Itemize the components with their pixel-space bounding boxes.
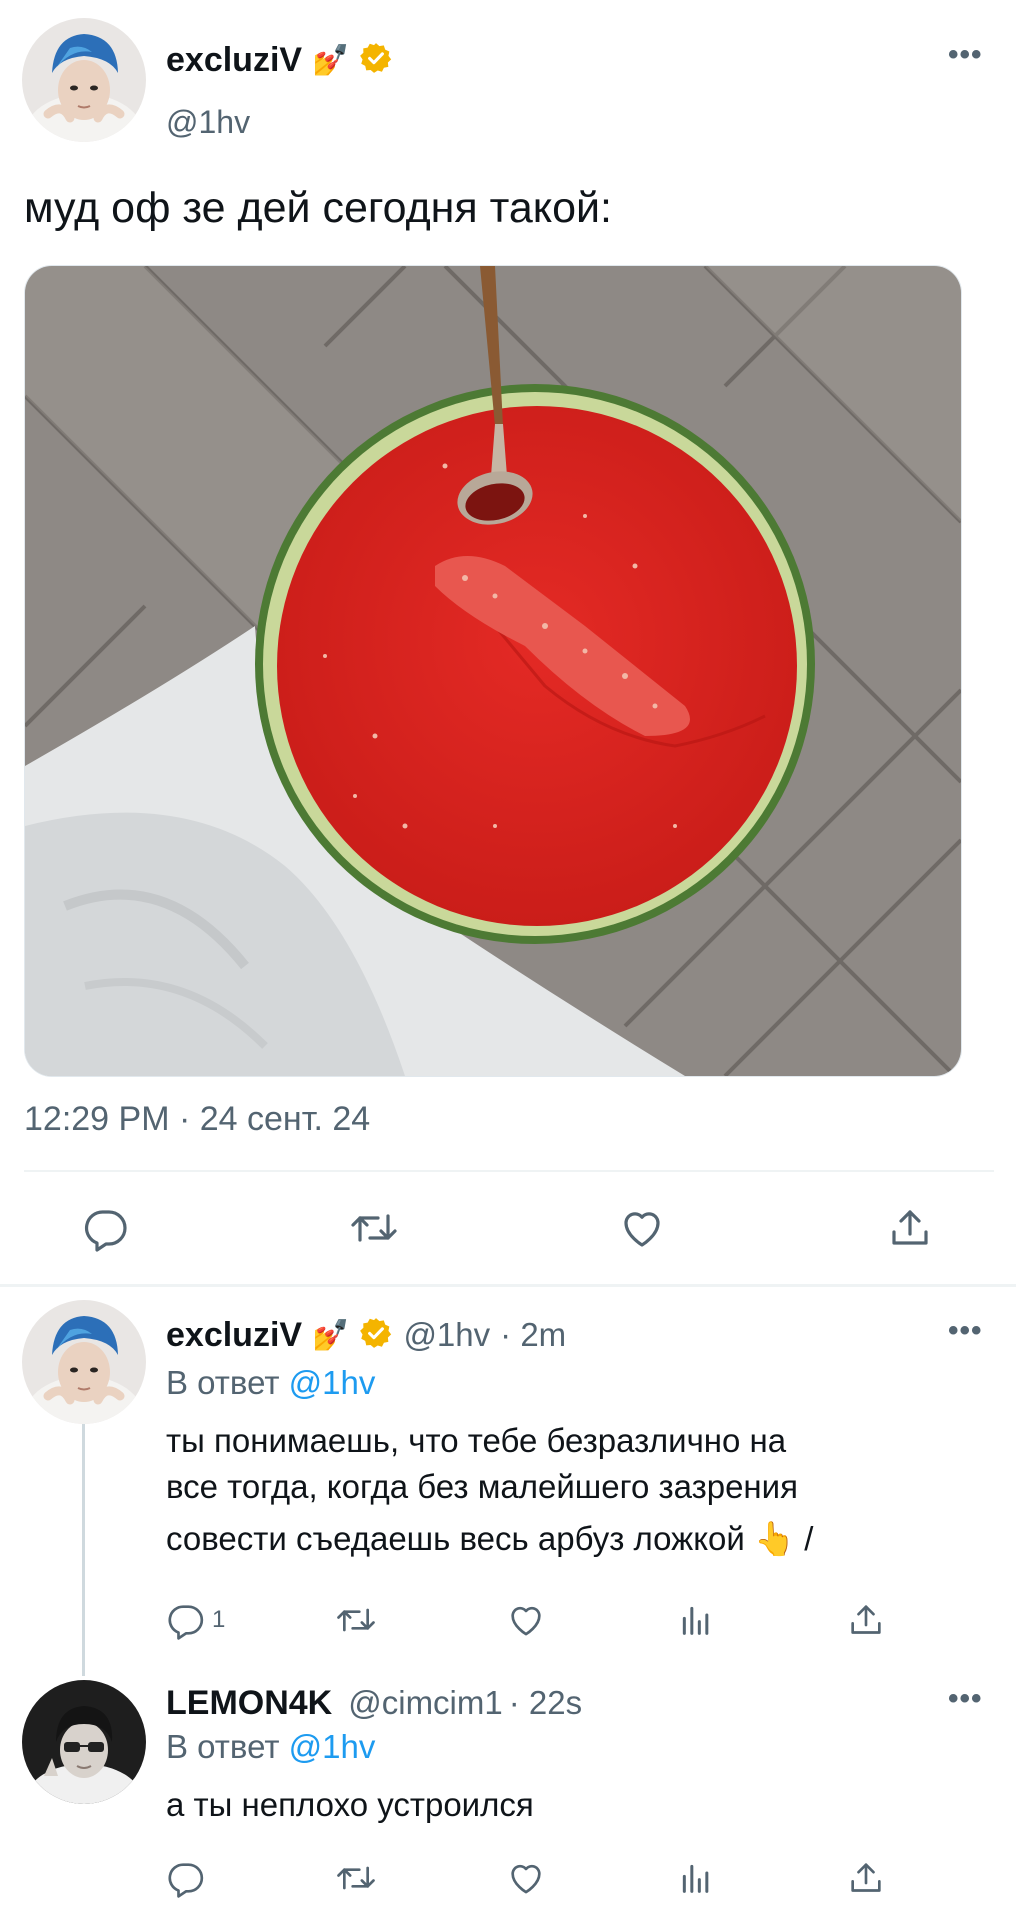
reply-icon[interactable] [166, 1858, 206, 1898]
reply-icon[interactable] [166, 1600, 206, 1640]
avatar[interactable] [22, 1300, 146, 1424]
tweet-photo[interactable] [24, 265, 962, 1077]
replying-to-label: В ответ [166, 1728, 280, 1765]
reply-button[interactable]: 1 [166, 1600, 225, 1640]
reply-icon[interactable] [82, 1204, 130, 1252]
reply-count: 1 [212, 1606, 226, 1633]
reply-text-line: все тогда, когда без малейшего зазрения [166, 1468, 798, 1505]
divider [24, 1170, 994, 1172]
like-icon[interactable] [506, 1600, 546, 1640]
reply-text-line: а ты неплохо устроился [166, 1786, 534, 1823]
avatar[interactable] [22, 18, 146, 142]
retweet-icon[interactable] [334, 1858, 378, 1898]
author-handle[interactable]: @1hv [166, 104, 250, 141]
retweet-icon[interactable] [334, 1600, 378, 1640]
share-icon[interactable] [846, 1600, 886, 1640]
author-line[interactable]: excluziV 💅 [166, 38, 393, 82]
replying-to: В ответ @1hv [166, 1728, 375, 1766]
replying-to-handle[interactable]: @1hv [289, 1728, 376, 1765]
reply-time[interactable]: · 2m [500, 1316, 566, 1354]
verified-badge-icon [359, 1316, 393, 1355]
retweet-icon[interactable] [348, 1204, 400, 1252]
verified-badge-icon [359, 41, 393, 80]
author-name[interactable]: LEMON4K [166, 1684, 332, 1723]
reply-author-line[interactable]: excluziV 💅 @1hv · 2m [166, 1312, 566, 1358]
tweet-timestamp[interactable]: 12:29 PM · 24 сент. 24 [24, 1100, 370, 1139]
author-handle[interactable]: @1hv [403, 1316, 490, 1354]
replying-to: В ответ @1hv [166, 1364, 375, 1402]
avatar[interactable] [22, 1680, 146, 1804]
like-icon[interactable] [506, 1858, 546, 1898]
nail-emoji: 💅 [312, 1318, 350, 1352]
like-icon[interactable] [618, 1204, 666, 1252]
reply-text-line: совести съедаешь весь арбуз ложкой 👆 / [166, 1520, 814, 1557]
analytics-icon[interactable] [676, 1600, 716, 1640]
share-icon[interactable] [886, 1204, 934, 1252]
more-options-icon[interactable]: ••• [948, 1682, 983, 1716]
reply-text-line: ты понимаешь, что тебе безразлично на [166, 1422, 787, 1459]
reply-time[interactable]: · 22s [509, 1684, 582, 1722]
share-icon[interactable] [846, 1858, 886, 1898]
replying-to-handle[interactable]: @1hv [289, 1364, 376, 1401]
more-options-icon[interactable]: ••• [948, 1314, 983, 1348]
nail-emoji: 💅 [312, 43, 350, 77]
author-name[interactable]: excluziV [166, 41, 302, 80]
author-handle[interactable]: @cimcim1 [348, 1684, 503, 1722]
thread-line [82, 1424, 85, 1676]
author-name[interactable]: excluziV [166, 1316, 302, 1355]
replying-to-label: В ответ [166, 1364, 280, 1401]
analytics-icon[interactable] [676, 1858, 716, 1898]
reply-author-line[interactable]: LEMON4K @cimcim1 · 22s [166, 1680, 582, 1726]
more-options-icon[interactable]: ••• [948, 38, 983, 72]
section-divider [0, 1284, 1016, 1287]
reply-text: ты понимаешь, что тебе безразлично на вс… [166, 1418, 813, 1562]
tweet-text: муд оф зе дей сегодня такой: [24, 184, 612, 232]
